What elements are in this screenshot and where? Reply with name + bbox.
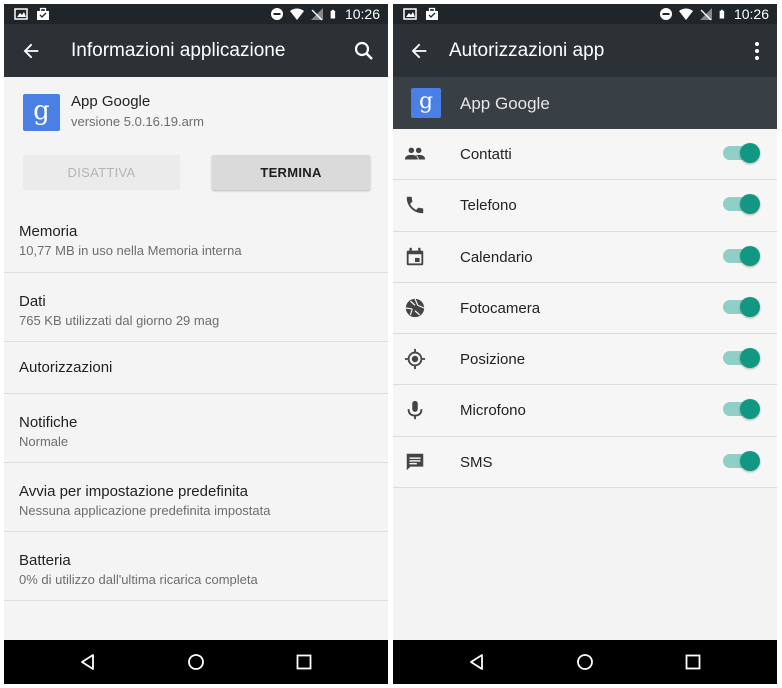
- clock-time: 10:26: [733, 6, 769, 22]
- page-title: Autorizzazioni app: [449, 40, 605, 61]
- permissions-list: Contatti Telefono Calendario Fotocamera …: [393, 129, 777, 489]
- permission-toggle[interactable]: [723, 348, 760, 369]
- no-signal-icon: [699, 8, 712, 21]
- permission-label: Calendario: [460, 248, 533, 266]
- status-bar: 10:26: [393, 4, 777, 24]
- setting-title: Dati: [19, 293, 46, 310]
- google-app-icon: g: [23, 94, 60, 131]
- permission-label: SMS: [460, 453, 493, 471]
- do-not-disturb-icon: [270, 8, 283, 20]
- permission-row-microphone[interactable]: Microfono: [393, 385, 777, 437]
- force-stop-button[interactable]: TERMINA: [212, 155, 370, 190]
- permission-label: Fotocamera: [460, 299, 541, 317]
- permission-toggle[interactable]: [723, 296, 760, 317]
- battery-icon: [719, 9, 725, 19]
- back-nav-icon[interactable]: [78, 652, 98, 672]
- settings-list: Memoria 10,77 MB in uso nella Memoria in…: [4, 203, 388, 601]
- setting-permissions[interactable]: Autorizzazioni: [4, 342, 388, 394]
- permission-toggle[interactable]: [723, 194, 760, 215]
- setting-title: Autorizzazioni: [19, 359, 113, 376]
- sms-icon: [406, 453, 424, 471]
- toolbar: Informazioni applicazione: [4, 24, 388, 77]
- more-vert-icon[interactable]: [745, 39, 769, 63]
- no-signal-icon: [310, 8, 323, 21]
- permission-toggle[interactable]: [723, 450, 760, 471]
- setting-title: Avvia per impostazione predefinita: [19, 483, 249, 500]
- back-nav-icon[interactable]: [467, 652, 487, 672]
- app-name: App Google: [71, 93, 151, 110]
- setting-subtitle: 765 KB utilizzati dal giorno 29 mag: [19, 313, 220, 328]
- briefcase-icon: [37, 7, 49, 20]
- toolbar: Autorizzazioni app: [393, 24, 777, 77]
- navigation-bar: [4, 640, 388, 684]
- disable-button: DISATTIVA: [23, 155, 180, 190]
- permission-toggle[interactable]: [723, 245, 760, 266]
- permission-row-location[interactable]: Posizione: [393, 334, 777, 386]
- recents-nav-icon[interactable]: [294, 652, 314, 672]
- navigation-bar: [393, 640, 777, 684]
- wifi-icon: [678, 8, 693, 20]
- permission-label: Contatti: [460, 146, 512, 163]
- image-icon: [403, 8, 417, 20]
- status-bar: 10:26: [4, 4, 388, 24]
- image-icon: [14, 8, 28, 20]
- permission-label: Telefono: [460, 197, 517, 215]
- permission-toggle[interactable]: [723, 143, 760, 163]
- google-app-icon: g: [411, 88, 441, 118]
- setting-notifications[interactable]: Notifiche Normale: [4, 394, 388, 463]
- setting-subtitle: Nessuna applicazione predefinita imposta…: [19, 503, 271, 518]
- phone-icon: [406, 197, 424, 214]
- setting-subtitle: 10,77 MB in uso nella Memoria interna: [19, 243, 242, 258]
- camera-icon: [405, 298, 425, 318]
- page-title: Informazioni applicazione: [71, 40, 286, 61]
- recents-nav-icon[interactable]: [683, 652, 703, 672]
- calendar-icon: [406, 247, 424, 265]
- do-not-disturb-icon: [659, 8, 672, 20]
- battery-icon: [330, 9, 336, 19]
- setting-open-by-default[interactable]: Avvia per impostazione predefinita Nessu…: [4, 463, 388, 532]
- app-header: g App Google: [393, 77, 777, 129]
- wifi-icon: [289, 8, 304, 20]
- setting-title: Batteria: [19, 552, 71, 569]
- permission-row-calendar[interactable]: Calendario: [393, 231, 777, 283]
- location-icon: [404, 349, 426, 370]
- permission-row-sms[interactable]: SMS: [393, 436, 777, 489]
- home-nav-icon[interactable]: [186, 652, 206, 672]
- permission-toggle[interactable]: [723, 399, 760, 420]
- setting-battery[interactable]: Batteria 0% di utilizzo dall'ultima rica…: [4, 532, 388, 601]
- home-nav-icon[interactable]: [575, 652, 595, 672]
- permission-row-contacts[interactable]: Contatti: [393, 129, 777, 181]
- permission-label: Microfono: [460, 402, 526, 420]
- microphone-icon: [407, 401, 423, 420]
- app-name: App Google: [460, 94, 550, 113]
- setting-title: Notifiche: [19, 414, 78, 431]
- briefcase-icon: [426, 7, 438, 20]
- setting-storage[interactable]: Memoria 10,77 MB in uso nella Memoria in…: [4, 203, 388, 273]
- setting-subtitle: 0% di utilizzo dall'ultima ricarica comp…: [19, 572, 258, 587]
- permission-row-phone[interactable]: Telefono: [393, 180, 777, 232]
- setting-data[interactable]: Dati 765 KB utilizzati dal giorno 29 mag: [4, 273, 388, 342]
- clock-time: 10:26: [344, 6, 380, 22]
- arrow-back-icon[interactable]: [408, 40, 430, 62]
- search-icon[interactable]: [352, 39, 376, 63]
- app-version: versione 5.0.16.19.arm: [71, 114, 204, 129]
- permission-label: Posizione: [460, 351, 526, 369]
- app-info-screen: 10:26 Informazioni applicazione g App Go…: [4, 4, 388, 684]
- people-icon: [404, 147, 426, 160]
- app-permissions-screen: 10:26 Autorizzazioni app g App Google Co…: [393, 4, 777, 684]
- permission-row-camera[interactable]: Fotocamera: [393, 282, 777, 335]
- setting-subtitle: Normale: [19, 434, 69, 449]
- arrow-back-icon[interactable]: [20, 40, 42, 62]
- setting-title: Memoria: [19, 223, 78, 240]
